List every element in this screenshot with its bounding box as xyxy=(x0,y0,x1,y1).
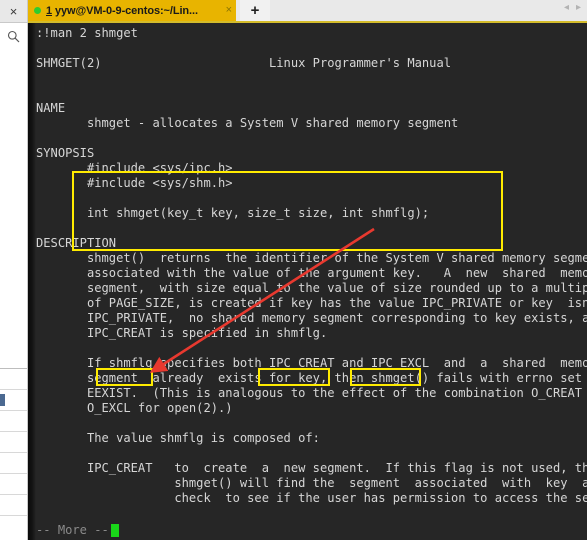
terminal-line: check to see if the user has permission … xyxy=(36,491,587,505)
rail-row[interactable] xyxy=(0,473,27,494)
rail-row[interactable] xyxy=(0,368,27,389)
terminal-line: O_EXCL for open(2).) xyxy=(36,401,233,415)
terminal-pane[interactable]: :!man 2 shmget SHMGET(2) Linux Programme… xyxy=(28,23,587,540)
terminal-line: of PAGE_SIZE, is created if key has the … xyxy=(36,296,587,310)
rail-row[interactable] xyxy=(0,431,27,452)
rail-row-list xyxy=(0,368,27,540)
tab-nav-arrows: ◂ ▸ xyxy=(564,3,581,13)
pager-status-line: -- More -- xyxy=(36,523,119,537)
tab-title: yyw@VM-0-9-centos:~/Lin... xyxy=(55,4,198,17)
tab-label: 1 yyw@VM-0-9-centos:~/Lin... xyxy=(46,5,221,17)
terminal-line: DESCRIPTION xyxy=(36,236,117,250)
terminal-line: The value shmflg is composed of: xyxy=(36,431,320,445)
terminal-line: IPC_PRIVATE, no shared memory segment co… xyxy=(36,311,587,325)
new-tab-button[interactable]: + xyxy=(240,0,270,21)
tab-number: 1 xyxy=(46,4,53,17)
rail-row[interactable] xyxy=(0,494,27,515)
terminal-line: IPC_CREAT is specified in shmflg. xyxy=(36,326,328,340)
tab-bar: 1 yyw@VM-0-9-centos:~/Lin... × + ◂ ▸ xyxy=(28,0,587,23)
terminal-line: #include <sys/shm.h> xyxy=(36,176,233,190)
terminal-line: SYNOPSIS xyxy=(36,146,95,160)
rail-row[interactable] xyxy=(0,389,27,410)
pager-status-text: -- More -- xyxy=(36,523,109,537)
tab-terminal-1[interactable]: 1 yyw@VM-0-9-centos:~/Lin... × xyxy=(28,0,236,21)
terminal-line: If shmflg specifies both IPC_CREAT and I… xyxy=(36,356,587,370)
terminal-cursor xyxy=(110,523,119,537)
left-sidebar-rail: × xyxy=(0,0,28,540)
rail-row[interactable] xyxy=(0,410,27,431)
close-icon: × xyxy=(9,3,18,19)
terminal-line: NAME xyxy=(36,101,66,115)
rail-row[interactable] xyxy=(0,452,27,473)
terminal-line: associated with the value of the argumen… xyxy=(36,266,587,280)
terminal-output: :!man 2 shmget SHMGET(2) Linux Programme… xyxy=(36,23,587,540)
terminal-line: :!man 2 shmget xyxy=(36,26,138,40)
terminal-left-edge-shadow xyxy=(28,23,36,540)
rail-row[interactable] xyxy=(0,515,27,536)
chevron-right-icon[interactable]: ▸ xyxy=(576,3,581,13)
terminal-line: shmget() returns the identifier of the S… xyxy=(36,251,587,265)
terminal-line: EEXIST. (This is analogous to the effect… xyxy=(36,386,587,400)
tab-status-dot-icon xyxy=(34,7,41,14)
terminal-line: IPC_CREAT to create a new segment. If th… xyxy=(36,461,587,475)
terminal-line: segment already exists for key, then shm… xyxy=(36,371,587,385)
terminal-line: SHMGET(2) Linux Programmer's Manual SHMG… xyxy=(36,56,452,70)
terminal-window: × 1 yyw@VM-0-9-centos:~/Lin... × + ◂ ▸:… xyxy=(0,0,587,540)
terminal-line: #include <sys/ipc.h> xyxy=(36,161,233,175)
terminal-line: shmget() will find the segment associate… xyxy=(36,476,587,490)
rail-row-marker-icon xyxy=(0,394,5,406)
search-button[interactable] xyxy=(0,23,27,51)
terminal-line: int shmget(key_t key, size_t size, int s… xyxy=(36,206,430,220)
terminal-line: segment, with size equal to the value of… xyxy=(36,281,587,295)
search-icon xyxy=(7,30,20,45)
tab-close-icon[interactable]: × xyxy=(226,5,232,16)
terminal-line: shmget - allocates a System V shared mem… xyxy=(36,116,459,130)
close-panel-button[interactable]: × xyxy=(0,0,27,23)
chevron-left-icon[interactable]: ◂ xyxy=(564,3,569,13)
